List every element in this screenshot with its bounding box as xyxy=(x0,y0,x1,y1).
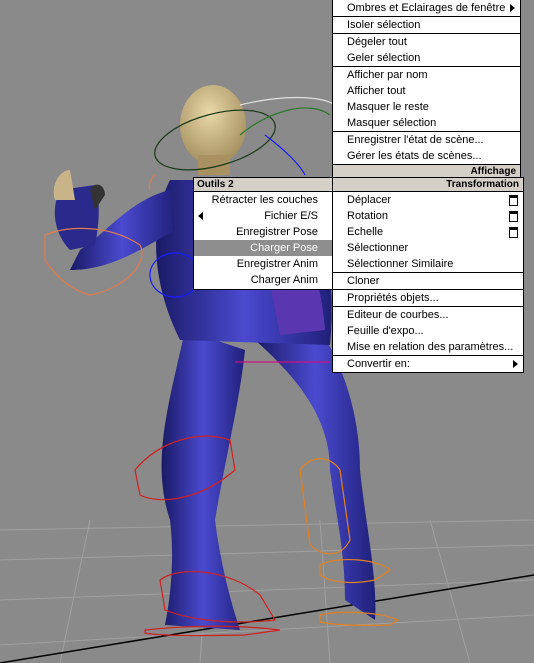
menu-item-label: Propriétés objets... xyxy=(347,292,439,304)
menu-item-label: Editeur de courbes... xyxy=(347,309,449,321)
menu-item-afficher-tout[interactable]: Afficher tout xyxy=(333,83,520,99)
menu-item-masquer-le-reste[interactable]: Masquer le reste xyxy=(333,99,520,115)
menu-item-label: Afficher tout xyxy=(347,85,406,97)
menu-item-label: Afficher par nom xyxy=(347,69,428,81)
menu-item-afficher-par-nom[interactable]: Afficher par nom xyxy=(333,66,520,83)
menu-item-label: Feuille d'expo... xyxy=(347,325,424,337)
submenu-arrow-icon xyxy=(198,212,203,220)
menu-item-charger-pose[interactable]: Charger Pose xyxy=(194,240,332,256)
menu-item-fichier-es[interactable]: Fichier E/S xyxy=(194,208,332,224)
menu-item-ombres-eclairages[interactable]: Ombres et Eclairages de fenêtre xyxy=(333,0,520,16)
menu-item-convertir-en[interactable]: Convertir en: xyxy=(333,355,523,372)
menu-item-label: Echelle xyxy=(347,226,384,238)
menu-item-cloner[interactable]: Cloner xyxy=(333,272,523,289)
menu-item-label: Masquer le reste xyxy=(347,101,429,113)
menu-item-label: Charger Pose xyxy=(250,242,318,254)
menu-item-label: Fichier E/S xyxy=(264,210,318,222)
menu-item-label: Isoler sélection xyxy=(347,19,421,31)
menu-item-label: Cloner xyxy=(347,275,380,287)
quad-menu-outils2: Outils 2 Rétracter les couches Fichier E… xyxy=(193,177,333,290)
menu-item-deplacer[interactable]: Déplacer xyxy=(333,192,523,208)
menu-item-retracter-couches[interactable]: Rétracter les couches xyxy=(194,192,332,208)
menu-item-label: Charger Anim xyxy=(250,274,318,286)
menu-item-selectionner-similaire[interactable]: Sélectionner Similaire xyxy=(333,256,523,272)
menu-item-feuille-expo[interactable]: Feuille d'expo... xyxy=(333,323,523,339)
menu-item-label: Rotation xyxy=(347,210,388,222)
menu-item-label: Enregistrer Pose xyxy=(236,226,318,238)
menu-item-label: Enregistrer l'état de scène... xyxy=(347,134,484,146)
menu-item-label: Convertir en: xyxy=(347,358,410,370)
menu-item-charger-anim[interactable]: Charger Anim xyxy=(194,272,332,288)
menu-item-label: Masquer sélection xyxy=(347,117,437,129)
menu-item-gerer-etats-scenes[interactable]: Gérer les états de scènes... xyxy=(333,148,520,164)
menu-item-isoler-selection[interactable]: Isoler sélection xyxy=(333,16,520,33)
menu-item-label: Mise en relation des paramètres... xyxy=(347,341,514,353)
settings-box-icon[interactable] xyxy=(509,211,518,222)
settings-box-icon[interactable] xyxy=(509,227,518,238)
menu-item-label: Sélectionner Similaire xyxy=(347,258,454,270)
menu-item-proprietes-objets[interactable]: Propriétés objets... xyxy=(333,289,523,306)
menu-item-degeler-tout[interactable]: Dégeler tout xyxy=(333,33,520,50)
quad-header-outils2: Outils 2 xyxy=(194,178,332,192)
submenu-arrow-icon xyxy=(510,4,515,12)
menu-item-rotation[interactable]: Rotation xyxy=(333,208,523,224)
menu-item-masquer-selection[interactable]: Masquer sélection xyxy=(333,115,520,131)
quad-menu-transformation: Transformation Déplacer Rotation Echelle… xyxy=(332,177,524,373)
menu-item-geler-selection[interactable]: Geler sélection xyxy=(333,50,520,66)
menu-item-selectionner[interactable]: Sélectionner xyxy=(333,240,523,256)
menu-item-enregistrer-etat-scene[interactable]: Enregistrer l'état de scène... xyxy=(333,131,520,148)
menu-item-label: Gérer les états de scènes... xyxy=(347,150,482,162)
menu-item-label: Dégeler tout xyxy=(347,36,407,48)
quad-header-transformation: Transformation xyxy=(333,178,523,192)
quad-menu-affichage: Ombres et Eclairages de fenêtre Isoler s… xyxy=(332,0,521,179)
menu-item-mise-en-relation[interactable]: Mise en relation des paramètres... xyxy=(333,339,523,355)
menu-item-enregistrer-anim[interactable]: Enregistrer Anim xyxy=(194,256,332,272)
submenu-arrow-icon xyxy=(513,360,518,368)
menu-item-label: Déplacer xyxy=(347,194,392,206)
menu-item-label: Geler sélection xyxy=(347,52,421,64)
menu-item-echelle[interactable]: Echelle xyxy=(333,224,523,240)
menu-item-label: Ombres et Eclairages de fenêtre xyxy=(347,2,506,14)
menu-item-label: Enregistrer Anim xyxy=(236,258,318,270)
menu-item-enregistrer-pose[interactable]: Enregistrer Pose xyxy=(194,224,332,240)
menu-item-label: Rétracter les couches xyxy=(211,194,318,206)
menu-item-editeur-courbes[interactable]: Editeur de courbes... xyxy=(333,306,523,323)
settings-box-icon[interactable] xyxy=(509,195,518,206)
menu-item-label: Sélectionner xyxy=(347,242,409,254)
